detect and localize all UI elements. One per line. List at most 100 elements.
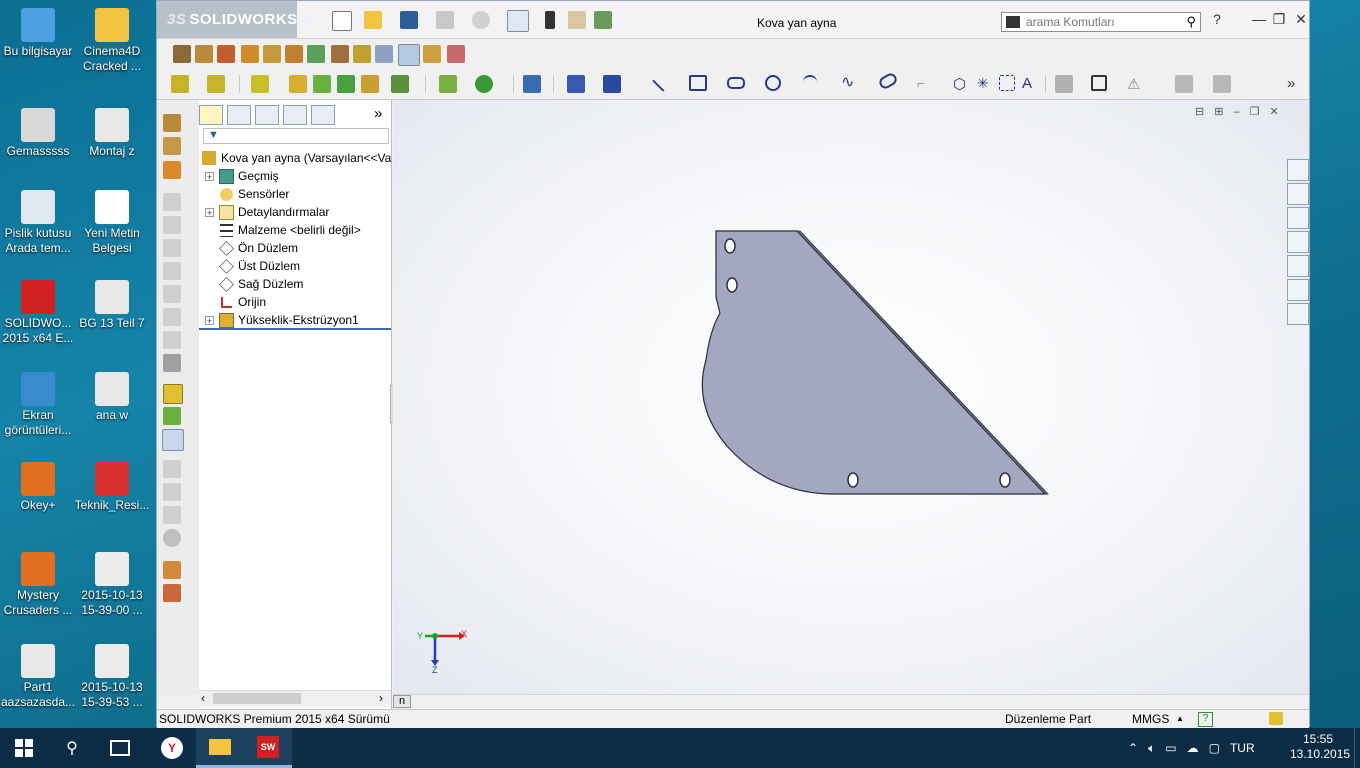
- unit-system[interactable]: MMGS: [1132, 712, 1169, 726]
- menu-expand-icon[interactable]: ▸: [306, 11, 314, 28]
- desktop-icon[interactable]: Montaj z: [74, 108, 150, 159]
- desktop-icon[interactable]: Mystery Crusaders ...: [0, 552, 76, 618]
- desktop-icon[interactable]: SOLIDWO... 2015 x64 E...: [0, 280, 76, 346]
- desktop-icon[interactable]: Yeni Metin Belgesi: [74, 190, 150, 256]
- show-hidden-icons[interactable]: ⌃: [1128, 741, 1138, 755]
- solidworks-forum-icon[interactable]: [1287, 303, 1309, 325]
- strip-gray-icon-2[interactable]: [163, 216, 181, 234]
- sketch-icon[interactable]: [171, 75, 189, 93]
- mirror-icon[interactable]: [447, 45, 465, 63]
- help-button[interactable]: ?: [1207, 11, 1227, 27]
- task-view-icon[interactable]: [96, 728, 144, 768]
- file-explorer-taskbar-icon[interactable]: [196, 728, 244, 768]
- mirror-entities-icon[interactable]: ⚠: [1127, 75, 1145, 93]
- expand-icon[interactable]: +: [205, 171, 214, 181]
- strip-instant3d-icon[interactable]: [163, 561, 181, 579]
- tree-filter[interactable]: ▼: [203, 128, 389, 144]
- strip-gray-icon-7[interactable]: [163, 331, 181, 349]
- file-properties-icon[interactable]: [568, 11, 586, 29]
- fillet-sketch-icon[interactable]: ⌐: [917, 75, 935, 93]
- strip-gray-icon-10[interactable]: [163, 506, 181, 524]
- desktop-icon[interactable]: Teknik_Resi...: [74, 462, 150, 513]
- configurationmanager-tab[interactable]: [255, 105, 279, 125]
- boundary-boss-icon[interactable]: [263, 45, 281, 63]
- expand-icon[interactable]: +: [205, 315, 214, 325]
- close-button[interactable]: ✕: [1291, 11, 1311, 28]
- cloud-icon[interactable]: ☁: [1187, 741, 1199, 755]
- command-search[interactable]: ⚲: [1001, 12, 1201, 32]
- strip-yellow-icon[interactable]: [163, 384, 183, 404]
- tree-item[interactable]: Malzeme <belirli değil>: [205, 221, 361, 239]
- strip-gray-icon-1[interactable]: [163, 193, 181, 211]
- strip-gray-icon-11[interactable]: [163, 529, 181, 547]
- desktop-icon[interactable]: 2015-10-13 15-39-00 ...: [74, 552, 150, 618]
- search-input[interactable]: [1024, 14, 1168, 30]
- tree-item[interactable]: Orijin: [205, 293, 266, 311]
- text-icon[interactable]: A: [1022, 75, 1040, 93]
- offset-icon[interactable]: [1091, 75, 1107, 91]
- green-feature-icon[interactable]: [313, 75, 331, 93]
- solidworks-logo[interactable]: 3S SOLIDWORKS ▸: [157, 1, 313, 38]
- more-tools-chevron-icon[interactable]: »: [1287, 75, 1305, 93]
- strip-gray-icon-9[interactable]: [163, 483, 181, 501]
- part-face[interactable]: [701, 230, 1047, 495]
- graphics-area[interactable]: ⊟⊞–❐✕ X Z Y: [393, 100, 1309, 694]
- hole-1[interactable]: [724, 238, 736, 254]
- desktop-icon[interactable]: ana w: [74, 372, 150, 423]
- tree-item[interactable]: + Yükseklik-Ekstrüzyon1: [205, 311, 359, 329]
- strip-revolve-icon[interactable]: [163, 137, 181, 155]
- rollback-bar[interactable]: [199, 328, 391, 330]
- print-icon[interactable]: [436, 11, 454, 29]
- sketch-dimension-icon[interactable]: [567, 75, 585, 93]
- trim-icon[interactable]: [1055, 75, 1073, 93]
- unit-menu-arrow[interactable]: ▲: [1176, 714, 1184, 723]
- tree-item[interactable]: Sensörler: [205, 185, 289, 203]
- search-taskbar-icon[interactable]: ⚲: [48, 728, 96, 768]
- strip-wrap-icon[interactable]: [163, 354, 181, 372]
- solidworks-resources-icon[interactable]: [1287, 159, 1309, 181]
- rib-icon[interactable]: [361, 75, 379, 93]
- tree-root[interactable]: Kova yan ayna (Varsayılan<<Va: [201, 149, 391, 167]
- minimize-button[interactable]: —: [1249, 11, 1269, 27]
- strip-gray-icon-4[interactable]: [163, 262, 181, 280]
- help-question-icon[interactable]: ?: [1198, 712, 1213, 727]
- plane-sketch-icon[interactable]: [999, 75, 1015, 91]
- clock[interactable]: 15:55 13.10.2015: [1290, 732, 1350, 762]
- relations-icon[interactable]: [603, 75, 621, 93]
- strip-extrude-icon[interactable]: [163, 114, 181, 132]
- hole-3[interactable]: [847, 472, 859, 488]
- desktop-icon[interactable]: BG 13 Teil 7: [74, 280, 150, 331]
- revolved-boss-icon[interactable]: [195, 45, 213, 63]
- desktop-icon[interactable]: 2015-10-13 15-39-53 ...: [74, 644, 150, 710]
- notifications-icon[interactable]: ▢: [1209, 741, 1220, 755]
- point-icon[interactable]: ✳: [977, 75, 995, 93]
- measure-icon[interactable]: [523, 75, 541, 93]
- line-icon[interactable]: [651, 77, 667, 93]
- save-icon[interactable]: [400, 11, 418, 29]
- hole-wizard-icon[interactable]: [307, 45, 325, 63]
- show-desktop-button[interactable]: [1354, 728, 1360, 768]
- pattern-icon[interactable]: [289, 75, 307, 93]
- desktop-icon[interactable]: Bu bilgisayar: [0, 8, 76, 59]
- yandex-browser-icon[interactable]: Y: [148, 728, 196, 768]
- tree-item[interactable]: + Geçmiş: [205, 167, 279, 185]
- extruded-cut-icon[interactable]: [285, 45, 303, 63]
- strip-gray-icon-6[interactable]: [163, 308, 181, 326]
- desktop-icon[interactable]: Gemasssss: [0, 108, 76, 159]
- tree-item[interactable]: Sağ Düzlem: [205, 275, 303, 293]
- linear-sketch-pattern-icon[interactable]: [1175, 75, 1193, 93]
- new-document-icon[interactable]: [332, 11, 352, 31]
- propertymanager-tab[interactable]: [227, 105, 251, 125]
- scroll-thumb[interactable]: [213, 693, 301, 704]
- strip-gray-icon-5[interactable]: [163, 285, 181, 303]
- move-entities-icon[interactable]: [1213, 75, 1231, 93]
- tree-item[interactable]: Ön Düzlem: [205, 239, 298, 257]
- lofted-boss-icon[interactable]: [241, 45, 259, 63]
- reference-geometry-icon[interactable]: [375, 45, 393, 63]
- strip-gray-icon-3[interactable]: [163, 239, 181, 257]
- desktop-icon[interactable]: Ekran görüntüleri...: [0, 372, 76, 438]
- language-indicator[interactable]: TUR: [1230, 741, 1255, 755]
- slot-icon[interactable]: [727, 77, 745, 89]
- maximize-button[interactable]: ❐: [1269, 11, 1289, 28]
- undo-icon[interactable]: [472, 11, 490, 29]
